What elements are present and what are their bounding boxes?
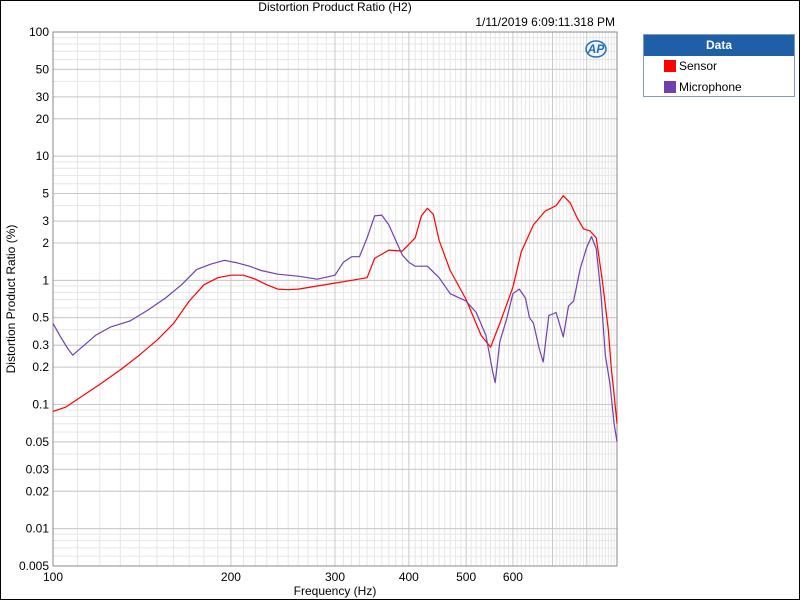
chart-title: Distortion Product Ratio (H2)	[258, 0, 411, 14]
timestamp-label: 1/11/2019 6:09:11.318 PM	[475, 15, 615, 29]
legend-item-sensor[interactable]: Sensor	[644, 56, 794, 77]
y-tick-label: 20	[36, 112, 50, 126]
y-tick-label: 10	[36, 149, 50, 163]
y-tick-label: 0.3	[32, 338, 49, 352]
y-tick-label: 0.05	[26, 435, 50, 449]
legend-item-microphone[interactable]: Microphone	[644, 77, 794, 98]
ap-logo-icon: AP	[585, 40, 607, 58]
y-tick-label: 0.01	[26, 522, 50, 536]
ap-logo-text: AP	[587, 42, 606, 56]
y-tick-label: 100	[29, 25, 49, 39]
y-tick-label: 0.03	[26, 462, 50, 476]
legend-swatch-sensor	[664, 60, 676, 72]
x-tick-label: 600	[503, 570, 523, 584]
x-tick-label: 100	[43, 570, 63, 584]
y-tick-label: 1	[42, 273, 49, 287]
x-axis-ticks: 100 200 300 400 500 600	[43, 570, 523, 584]
legend-header: Data	[644, 35, 794, 56]
y-tick-label: 5	[42, 187, 49, 201]
y-axis-label: Distortion Product Ratio (%)	[4, 225, 18, 374]
legend-label-sensor: Sensor	[679, 59, 718, 73]
legend-label-microphone: Microphone	[679, 80, 742, 94]
x-tick-label: 400	[399, 570, 419, 584]
y-tick-label: 30	[36, 90, 50, 104]
y-axis-ticks: 0.0050.010.020.030.050.10.20.30.51235102…	[19, 25, 49, 573]
y-tick-label: 2	[42, 236, 49, 250]
legend-panel: Data Sensor Microphone	[643, 34, 795, 97]
x-tick-label: 300	[325, 570, 345, 584]
y-tick-label: 0.2	[32, 360, 49, 374]
y-tick-label: 0.02	[26, 484, 50, 498]
y-tick-label: 0.1	[32, 397, 49, 411]
x-axis-label: Frequency (Hz)	[294, 584, 377, 598]
y-tick-label: 0.5	[32, 311, 49, 325]
y-tick-label: 50	[36, 62, 50, 76]
x-tick-label: 200	[221, 570, 241, 584]
legend-swatch-microphone	[664, 81, 676, 93]
y-tick-label: 3	[42, 214, 49, 228]
x-tick-label: 500	[456, 570, 476, 584]
